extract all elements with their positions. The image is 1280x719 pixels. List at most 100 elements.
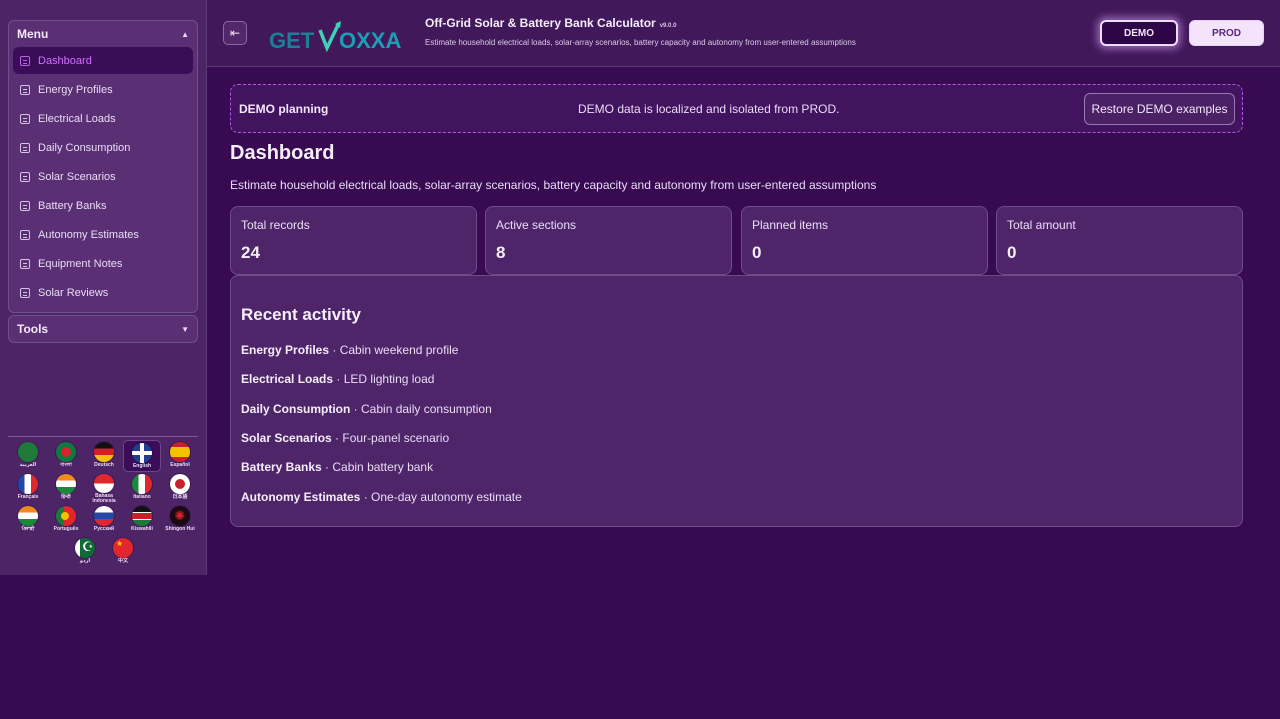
sidebar-item-autonomy-estimates[interactable]: Autonomy Estimates [13, 221, 193, 248]
language-label: Русский [93, 526, 115, 532]
language-option[interactable]: Deutsch [85, 440, 123, 472]
language-option[interactable]: Português [47, 504, 85, 536]
demo-banner: DEMO planning DEMO data is localized and… [230, 84, 1243, 133]
sidebar-item-label: Equipment Notes [38, 257, 123, 270]
flag-icon [94, 474, 114, 493]
stat-card-planned-items: Planned items 0 [741, 206, 988, 275]
sidebar-item-electrical-loads[interactable]: Electrical Loads [13, 105, 193, 132]
recent-activity-title: Recent activity [241, 305, 361, 324]
stat-value: 0 [752, 243, 762, 262]
flag-icon [132, 443, 152, 463]
language-option[interactable]: বাংলা [47, 440, 85, 472]
flag-icon [132, 474, 152, 494]
restore-demo-button[interactable]: Restore DEMO examples [1084, 93, 1235, 125]
language-divider [8, 436, 198, 437]
activity-section: Electrical Loads [241, 372, 334, 386]
stat-value: 24 [241, 243, 260, 262]
tools-panel-header[interactable]: Tools ▼ [9, 316, 197, 342]
app-title-text: Off-Grid Solar & Battery Bank Calculator [425, 16, 656, 30]
document-icon [20, 200, 30, 211]
language-label: Español [170, 462, 190, 468]
flag-icon [132, 506, 152, 526]
activity-item[interactable]: Solar Scenarios · Four-panel scenario [241, 431, 449, 445]
stat-label: Total records [241, 218, 310, 232]
activity-item[interactable]: Energy Profiles · Cabin weekend profile [241, 343, 458, 357]
activity-item[interactable]: Electrical Loads · LED lighting load [241, 372, 434, 386]
banner-title: DEMO planning [239, 102, 329, 116]
language-option[interactable]: Bahasa Indonesia [85, 472, 123, 504]
sidebar-item-dashboard[interactable]: Dashboard [13, 47, 193, 74]
language-label: العربية [19, 462, 37, 468]
menu-panel-header[interactable]: Menu ▲ [9, 21, 197, 47]
activity-section: Solar Scenarios [241, 431, 332, 445]
sidebar-item-label: Autonomy Estimates [38, 228, 139, 241]
activity-text: Four-panel scenario [342, 431, 450, 445]
app-title: Off-Grid Solar & Battery Bank Calculator… [425, 16, 676, 30]
language-option[interactable]: Kiswahili [123, 504, 161, 536]
language-option[interactable]: العربية [9, 440, 47, 472]
language-option[interactable]: हिन्दी [47, 472, 85, 504]
logo-check-mark [318, 22, 341, 53]
activity-section: Autonomy Estimates [241, 490, 361, 504]
sidebar-item-energy-profiles[interactable]: Energy Profiles [13, 76, 193, 103]
sidebar-collapse-button[interactable]: ⇤ [223, 21, 247, 45]
language-label: ਪੰਜਾਬੀ [21, 526, 35, 532]
stat-label: Total amount [1007, 218, 1076, 232]
activity-item[interactable]: Autonomy Estimates · One-day autonomy es… [241, 490, 522, 504]
flag-icon [94, 442, 114, 462]
flag-icon [18, 442, 38, 462]
activity-item[interactable]: Battery Banks · Cabin battery bank [241, 460, 433, 474]
language-option[interactable]: ਪੰਜਾਬੀ [9, 504, 47, 536]
language-label: বাংলা [60, 462, 72, 468]
tools-panel: Tools ▼ [8, 315, 198, 343]
language-option[interactable]: 日本語 [161, 472, 199, 504]
sidebar-item-label: Solar Scenarios [38, 170, 116, 183]
sidebar-item-solar-reviews[interactable]: Solar Reviews [13, 279, 193, 306]
sidebar-item-solar-scenarios[interactable]: Solar Scenarios [13, 163, 193, 190]
language-label: Français [17, 494, 39, 500]
activity-text: Cabin battery bank [332, 460, 434, 474]
sidebar-item-label: Solar Reviews [38, 286, 109, 299]
language-label: Deutsch [94, 462, 114, 468]
language-label: 中文 [117, 558, 128, 564]
activity-text: One-day autonomy estimate [371, 490, 522, 504]
stat-card-total-amount: Total amount 0 [996, 206, 1243, 275]
document-icon [20, 55, 30, 66]
sidebar-item-label: Dashboard [38, 54, 92, 67]
sidebar-item-equipment-notes[interactable]: Equipment Notes [13, 250, 193, 277]
language-option[interactable]: English [123, 440, 161, 472]
sidebar-item-label: Energy Profiles [38, 83, 113, 96]
language-option[interactable]: اردو [66, 536, 104, 568]
sidebar-item-battery-banks[interactable]: Battery Banks [13, 192, 193, 219]
document-icon [20, 171, 30, 182]
document-icon [20, 229, 30, 240]
menu-list: Dashboard Energy Profiles Electrical Loa… [9, 47, 197, 312]
flag-icon [113, 538, 133, 558]
language-option[interactable]: Italiano [123, 472, 161, 504]
page-title: Dashboard [230, 142, 335, 164]
sidebar: Menu ▲ Dashboard Energy Profiles Electri… [0, 0, 207, 575]
activity-item[interactable]: Daily Consumption · Cabin daily consumpt… [241, 402, 492, 416]
sidebar-item-label: Daily Consumption [38, 141, 131, 154]
sidebar-item-daily-consumption[interactable]: Daily Consumption [13, 134, 193, 161]
prod-env-button[interactable]: PROD [1189, 20, 1264, 46]
demo-env-button[interactable]: DEMO [1100, 20, 1178, 46]
flag-icon [18, 506, 38, 526]
language-option[interactable]: Shingon Hui [161, 504, 199, 536]
language-label: Português [53, 526, 79, 532]
language-option[interactable]: Français [9, 472, 47, 504]
language-option[interactable]: Español [161, 440, 199, 472]
document-icon [20, 142, 30, 153]
activity-text: Cabin weekend profile [339, 343, 459, 357]
language-option[interactable]: Русский [85, 504, 123, 536]
flag-icon [75, 538, 95, 558]
language-label: اردو [79, 558, 91, 564]
stat-value: 0 [1007, 243, 1017, 262]
document-icon [20, 258, 30, 269]
activity-section: Energy Profiles [241, 343, 330, 357]
language-option[interactable]: 中文 [104, 536, 142, 568]
language-label: हिन्दी [61, 494, 71, 500]
page-subtitle: Estimate household electrical loads, sol… [230, 178, 877, 192]
language-label: Shingon Hui [165, 526, 195, 532]
flag-icon [18, 474, 38, 494]
